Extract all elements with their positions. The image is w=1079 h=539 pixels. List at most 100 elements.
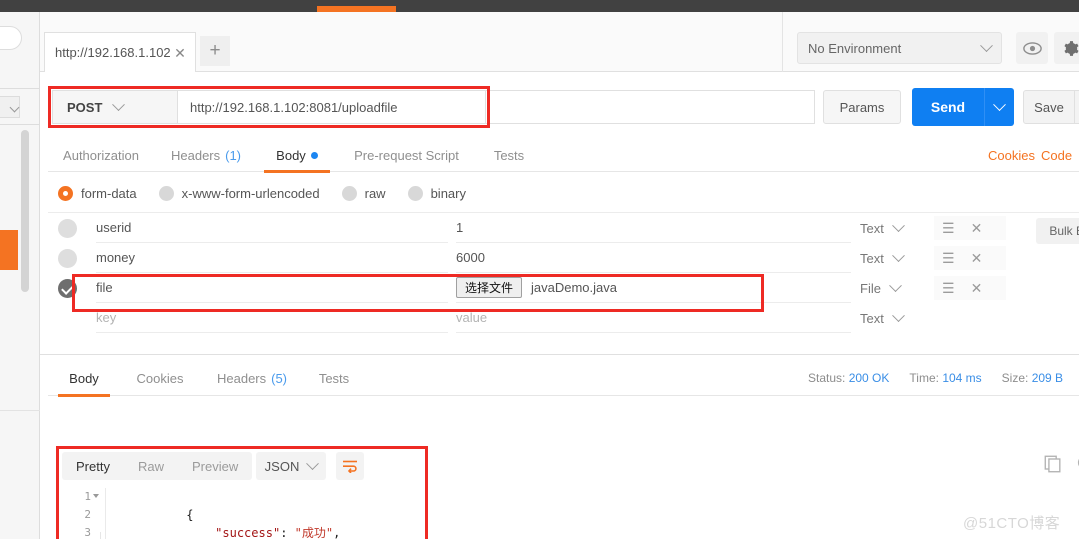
code-line: "code": 200: [114, 524, 295, 539]
response-meta: Status: 200 OK Time: 104 ms Size: 209 B: [808, 360, 1063, 396]
radio-binary[interactable]: binary: [407, 185, 466, 201]
radio-form-data[interactable]: form-data: [58, 185, 137, 201]
tab-label: Body: [69, 370, 99, 386]
row-key-input[interactable]: userid: [96, 213, 448, 243]
response-tab-cookies[interactable]: Cookies: [126, 360, 194, 396]
row-type-select[interactable]: Text: [860, 306, 920, 330]
row-checkbox-checked[interactable]: [58, 279, 77, 298]
row-key-input[interactable]: money: [96, 243, 448, 273]
view-mode-preview[interactable]: Preview: [178, 452, 252, 480]
postman-window: http://192.168.1.102:8 ✕ + No Environmen…: [0, 0, 1079, 539]
close-icon[interactable]: ✕: [171, 44, 189, 62]
sidebar-scrollbar[interactable]: [21, 130, 29, 292]
request-tab-bar: http://192.168.1.102:8 ✕ + No Environmen…: [40, 12, 1079, 72]
method-select[interactable]: POST: [52, 90, 177, 124]
form-data-table: userid 1 Text ☰ ✕ Bulk Edit money 6000 T…: [48, 212, 1079, 346]
radio-unselected-icon: [158, 185, 174, 201]
cookies-link[interactable]: Cookies: [988, 138, 1035, 172]
choose-file-button[interactable]: 选择文件: [456, 277, 523, 298]
row-value-input[interactable]: 1: [456, 213, 851, 243]
environment-select[interactable]: No Environment: [797, 32, 1002, 64]
code-line: "success": "成功",: [114, 506, 340, 539]
sidebar-divider-3: [0, 410, 40, 411]
save-button[interactable]: Save: [1023, 90, 1075, 124]
row-checkbox[interactable]: [58, 219, 77, 238]
chevron-down-icon: [306, 456, 320, 470]
row-key-input[interactable]: file: [96, 273, 448, 303]
fold-arrow-icon[interactable]: [93, 494, 99, 498]
row-type-select[interactable]: Text: [860, 216, 920, 240]
radio-x-www-form-urlencoded[interactable]: x-www-form-urlencoded: [158, 185, 320, 201]
response-tab-tests[interactable]: Tests: [310, 360, 358, 396]
tab-authorization[interactable]: Authorization: [54, 138, 148, 172]
environment-select-label: No Environment: [808, 40, 902, 56]
row-value-input[interactable]: 6000: [456, 243, 851, 273]
copy-icon: [1044, 455, 1061, 473]
response-tabs: Body Cookies Headers (5) Tests Status: 2…: [48, 360, 1079, 397]
row-type-select[interactable]: Text: [860, 246, 920, 270]
tab-count: (5): [271, 370, 288, 386]
toolbar-divider: [782, 12, 783, 72]
tab-label: Tests: [493, 147, 525, 163]
response-format-label: JSON: [264, 458, 300, 474]
line-number: 3: [84, 526, 91, 539]
copy-button[interactable]: [1043, 454, 1065, 478]
response-view-mode-group: Pretty Raw Preview: [62, 452, 253, 480]
list-menu-icon[interactable]: ☰: [942, 280, 955, 297]
line-number: 2: [84, 508, 91, 521]
row-actions: ☰ ✕: [934, 216, 1006, 240]
size-label: Size:: [1001, 371, 1029, 385]
sidebar-search-pill[interactable]: [0, 26, 22, 50]
response-body-panel: Pretty Raw Preview JSON 1 2 3 {"success…: [48, 396, 1079, 539]
response-code-editor[interactable]: 1 2 3 4 { "success": "成功", "code": 200: [62, 488, 1079, 539]
send-options-button[interactable]: [984, 88, 1014, 126]
code-link[interactable]: Code: [1041, 138, 1072, 172]
params-button[interactable]: Params: [823, 90, 901, 124]
tab-headers[interactable]: Headers (1): [164, 138, 248, 172]
response-tab-headers[interactable]: Headers (5): [208, 360, 296, 396]
tab-tests[interactable]: Tests: [482, 138, 536, 172]
send-button[interactable]: Send: [912, 88, 984, 126]
response-format-select[interactable]: JSON: [256, 452, 326, 480]
view-mode-raw[interactable]: Raw: [124, 452, 178, 480]
time-label: Time:: [909, 371, 939, 385]
size-group: Size: 209 B: [1002, 371, 1063, 385]
chevron-down-icon: [993, 97, 1006, 111]
new-tab-button[interactable]: +: [200, 36, 230, 66]
row-actions: ☰ ✕: [934, 276, 1006, 300]
bulk-edit-button[interactable]: Bulk Edit: [1036, 218, 1079, 244]
size-value: 209 B: [1031, 371, 1064, 385]
request-config-tabs: Authorization Headers (1) Body Pre-reque…: [48, 138, 1079, 173]
request-tab[interactable]: http://192.168.1.102:8 ✕: [44, 32, 196, 72]
chevron-down-icon: [980, 38, 993, 52]
tab-body[interactable]: Body: [264, 138, 330, 173]
close-icon[interactable]: ✕: [971, 280, 983, 297]
tab-pre-request-script[interactable]: Pre-request Script: [344, 138, 469, 172]
radio-unselected-icon: [341, 185, 357, 201]
row-checkbox[interactable]: [58, 249, 77, 268]
active-tab-underline: [264, 170, 330, 173]
url-input-extension[interactable]: [486, 90, 815, 124]
save-options-button[interactable]: [1075, 90, 1079, 124]
word-wrap-button[interactable]: [336, 452, 364, 480]
code-line: {: [114, 488, 193, 522]
tab-label: Body: [276, 147, 306, 163]
radio-raw[interactable]: raw: [341, 185, 386, 201]
unsaved-dot-icon: [310, 151, 318, 159]
table-row: userid 1 Text ☰ ✕ Bulk Edit: [48, 213, 1079, 244]
tab-label: Authorization: [63, 147, 139, 163]
response-tab-body[interactable]: Body: [58, 360, 110, 397]
list-menu-icon[interactable]: ☰: [942, 220, 955, 237]
settings-button[interactable]: [1054, 32, 1079, 64]
close-icon[interactable]: ✕: [971, 220, 983, 237]
url-input[interactable]: http://192.168.1.102:8081/uploadfile: [177, 90, 486, 124]
close-icon[interactable]: ✕: [971, 250, 983, 267]
view-mode-pretty[interactable]: Pretty: [62, 452, 124, 480]
list-menu-icon[interactable]: ☰: [942, 250, 955, 267]
row-key-input-placeholder[interactable]: key: [96, 303, 448, 333]
row-value-input-placeholder[interactable]: value: [456, 303, 851, 333]
eye-icon: [1022, 41, 1042, 55]
environment-quick-look-button[interactable]: [1016, 32, 1048, 64]
time-value: 104 ms: [942, 371, 982, 385]
row-type-select[interactable]: File: [860, 276, 920, 300]
